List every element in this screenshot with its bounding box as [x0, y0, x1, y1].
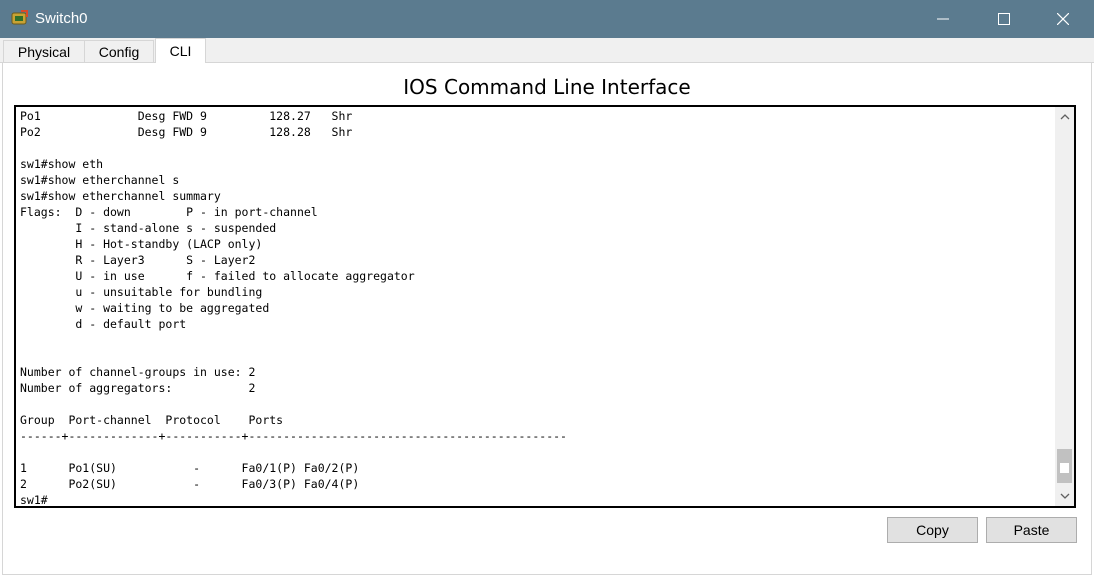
copy-button[interactable]: Copy: [887, 517, 978, 543]
window-title: Switch0: [35, 10, 88, 27]
chevron-down-icon: [1060, 493, 1069, 499]
page-title: IOS Command Line Interface: [403, 75, 691, 99]
minimize-button[interactable]: [914, 0, 972, 38]
switch-app-icon: [10, 9, 30, 29]
tab-config[interactable]: Config: [84, 40, 154, 62]
close-button[interactable]: [1034, 0, 1092, 38]
scroll-down-button[interactable]: [1055, 486, 1074, 506]
cli-console[interactable]: Po1 Desg FWD 9 128.27 Shr Po2 Desg FWD 9…: [14, 105, 1076, 508]
minimize-icon: [937, 18, 949, 20]
tab-cli[interactable]: CLI: [155, 38, 206, 63]
chevron-up-icon: [1060, 114, 1069, 120]
scroll-up-button[interactable]: [1055, 107, 1074, 127]
title-bar: Switch0: [0, 0, 1094, 38]
maximize-button[interactable]: [975, 0, 1033, 38]
maximize-icon: [998, 13, 1010, 25]
scroll-thumb[interactable]: [1057, 449, 1072, 483]
paste-button[interactable]: Paste: [986, 517, 1077, 543]
scroll-thumb-grip: [1060, 463, 1069, 473]
console-scrollbar[interactable]: [1055, 107, 1074, 506]
close-icon: [1057, 13, 1069, 25]
tab-physical[interactable]: Physical: [3, 40, 85, 62]
console-output[interactable]: Po1 Desg FWD 9 128.27 Shr Po2 Desg FWD 9…: [20, 108, 567, 506]
